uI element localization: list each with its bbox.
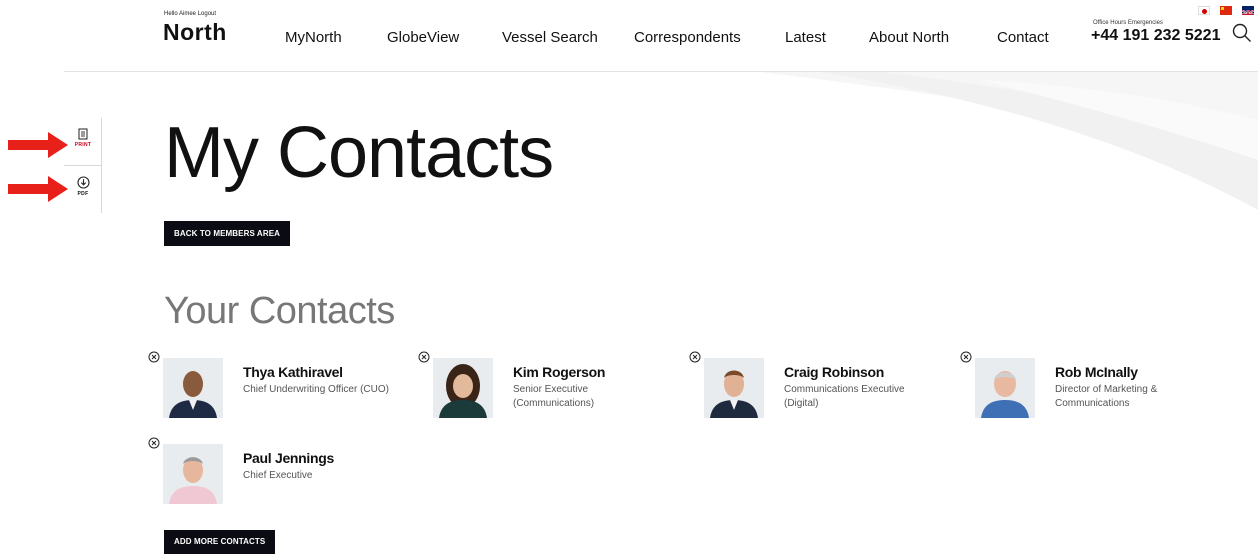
greeting-text: Hello Aimee [164, 11, 197, 17]
japanese-flag-icon[interactable] [1198, 6, 1210, 15]
contact-photo [433, 358, 493, 418]
remove-contact-icon[interactable] [689, 351, 701, 363]
contact-name: Thya Kathiravel [243, 364, 343, 380]
nav-mynorth[interactable]: MyNorth [285, 29, 342, 46]
print-button[interactable]: PRINT [64, 124, 102, 164]
contact-card: Paul Jennings Chief Executive [148, 437, 408, 504]
uk-flag-icon[interactable] [1242, 6, 1254, 15]
north-logo[interactable]: North [163, 19, 227, 46]
nav-correspondents[interactable]: Correspondents [634, 29, 741, 46]
contact-photo [975, 358, 1035, 418]
emergency-phone[interactable]: +44 191 232 5221 [1091, 27, 1220, 45]
annotation-arrow-print [8, 132, 68, 158]
contact-name: Rob McInally [1055, 364, 1138, 380]
office-hours-label: Office Hours Emergencies [1093, 20, 1163, 26]
remove-contact-icon[interactable] [418, 351, 430, 363]
nav-about-north[interactable]: About North [869, 29, 949, 46]
contact-name: Craig Robinson [784, 364, 885, 380]
contact-card: Rob McInally Director of Marketing & Com… [960, 351, 1220, 418]
pdf-button[interactable]: PDF [64, 172, 102, 212]
search-icon[interactable] [1232, 23, 1252, 43]
site-header: Hello Aimee Logout North MyNorth GlobeVi… [0, 0, 1258, 72]
tool-rail-divider [64, 165, 102, 166]
back-to-members-button[interactable]: BACK TO MEMBERS AREA [164, 221, 291, 246]
nav-globeview[interactable]: GlobeView [387, 29, 459, 46]
nav-latest[interactable]: Latest [785, 29, 826, 46]
contact-card: Kim Rogerson Senior Executive (Communica… [418, 351, 678, 418]
remove-contact-icon[interactable] [960, 351, 972, 363]
header-divider [64, 71, 1258, 72]
user-greeting: Hello Aimee Logout [164, 11, 216, 17]
annotation-arrow-pdf [8, 176, 68, 202]
remove-contact-icon[interactable] [148, 437, 160, 449]
pdf-label: PDF [77, 191, 89, 197]
page-title: My Contacts [164, 113, 554, 193]
contact-role: Communications Executive (Digital) [784, 384, 905, 409]
contact-role: Senior Executive (Communications) [513, 384, 595, 409]
print-icon [78, 128, 88, 140]
print-label: PRINT [74, 142, 92, 148]
nav-vessel-search[interactable]: Vessel Search [502, 29, 598, 46]
contact-name: Kim Rogerson [513, 364, 606, 380]
add-more-contacts-button[interactable]: ADD MORE CONTACTS [164, 530, 276, 554]
contact-photo [163, 444, 223, 504]
nav-contact[interactable]: Contact [997, 29, 1049, 46]
contact-card: Craig Robinson Communications Executive … [689, 351, 949, 418]
contact-photo [704, 358, 764, 418]
contact-role: Chief Executive [243, 470, 313, 481]
logout-link[interactable]: Logout [198, 11, 216, 17]
remove-contact-icon[interactable] [148, 351, 160, 363]
contact-photo [163, 358, 223, 418]
chinese-flag-icon[interactable] [1220, 6, 1232, 15]
section-title: Your Contacts [164, 290, 395, 332]
contact-role: Chief Underwriting Officer (CUO) [243, 384, 389, 395]
contact-card: Thya Kathiravel Chief Underwriting Offic… [148, 351, 408, 418]
contact-name: Paul Jennings [243, 450, 335, 466]
contact-role: Director of Marketing & Communications [1055, 384, 1158, 409]
download-icon [76, 176, 90, 189]
